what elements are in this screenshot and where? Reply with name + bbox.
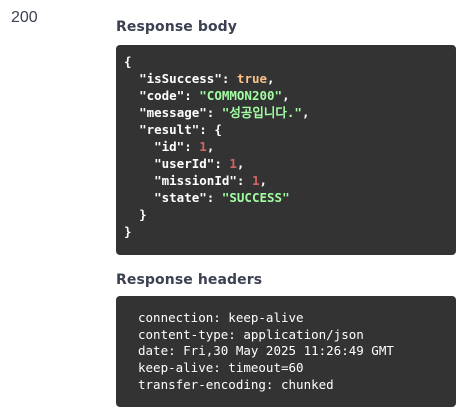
json-key: "state" — [154, 190, 207, 205]
json-key: "code" — [139, 88, 185, 103]
json-line: "missionId": 1, — [124, 172, 456, 189]
header-line: keep-alive: timeout=60 — [138, 360, 304, 376]
json-punctuation: : — [236, 173, 252, 188]
json-punctuation: : — [206, 105, 222, 120]
header-line: transfer-encoding: chunked — [138, 376, 334, 392]
json-punctuation: : — [214, 156, 230, 171]
response-headers-title: Response headers — [116, 272, 263, 288]
json-line: "message": "성공입니다.", — [124, 104, 456, 121]
json-key: "missionId" — [154, 173, 237, 188]
json-punctuation: , — [267, 71, 275, 86]
json-line: "state": "SUCCESS" — [124, 189, 456, 206]
json-punctuation: : — [221, 71, 237, 86]
json-line: "isSuccess": true, — [124, 70, 456, 87]
json-line: } — [124, 206, 456, 223]
json-punctuation: , — [301, 105, 310, 120]
json-string: "성공입니다." — [221, 105, 302, 120]
json-punctuation: , — [282, 88, 290, 103]
json-punctuation: , — [259, 173, 268, 188]
response-body-title: Response body — [116, 19, 238, 35]
json-key: "result" — [139, 122, 200, 137]
json-string: "SUCCESS" — [221, 190, 290, 205]
json-line: } — [124, 223, 456, 240]
header-line: connection: keep-alive — [138, 310, 304, 325]
json-line: "code": "COMMON200", — [124, 87, 456, 104]
json-line: "userId": 1, — [124, 155, 456, 172]
json-punctuation: : { — [199, 122, 222, 137]
json-line: { — [124, 53, 456, 70]
json-punctuation: , — [206, 139, 215, 154]
header-line: content-type: application/json — [138, 326, 364, 342]
json-string: "COMMON200" — [199, 88, 283, 103]
json-boolean: true — [236, 71, 268, 86]
json-key: "isSuccess" — [139, 71, 222, 86]
response-body-code-block[interactable]: { "isSuccess": true, "code": "COMMON200"… — [116, 45, 456, 255]
json-punctuation: } — [124, 224, 132, 239]
json-key: "userId" — [154, 156, 215, 171]
json-punctuation: : — [206, 190, 222, 205]
json-key: "message" — [139, 105, 207, 120]
json-number: 1 — [199, 139, 207, 154]
json-punctuation: , — [236, 156, 245, 171]
header-line: date: Fri,30 May 2025 11:26:49 GMT — [138, 343, 394, 359]
json-punctuation: } — [139, 207, 147, 222]
json-key: "id" — [154, 139, 185, 154]
json-line: "result": { — [124, 121, 456, 138]
json-punctuation: { — [124, 54, 132, 69]
json-number: 1 — [229, 156, 237, 171]
status-code: 200 — [11, 9, 38, 26]
json-punctuation: : — [184, 88, 200, 103]
json-punctuation: : — [184, 139, 200, 154]
response-headers-code-block[interactable]: connection: keep-alive content-type: appl… — [116, 296, 456, 407]
json-number: 1 — [251, 173, 260, 188]
json-line: "id": 1, — [124, 138, 456, 155]
